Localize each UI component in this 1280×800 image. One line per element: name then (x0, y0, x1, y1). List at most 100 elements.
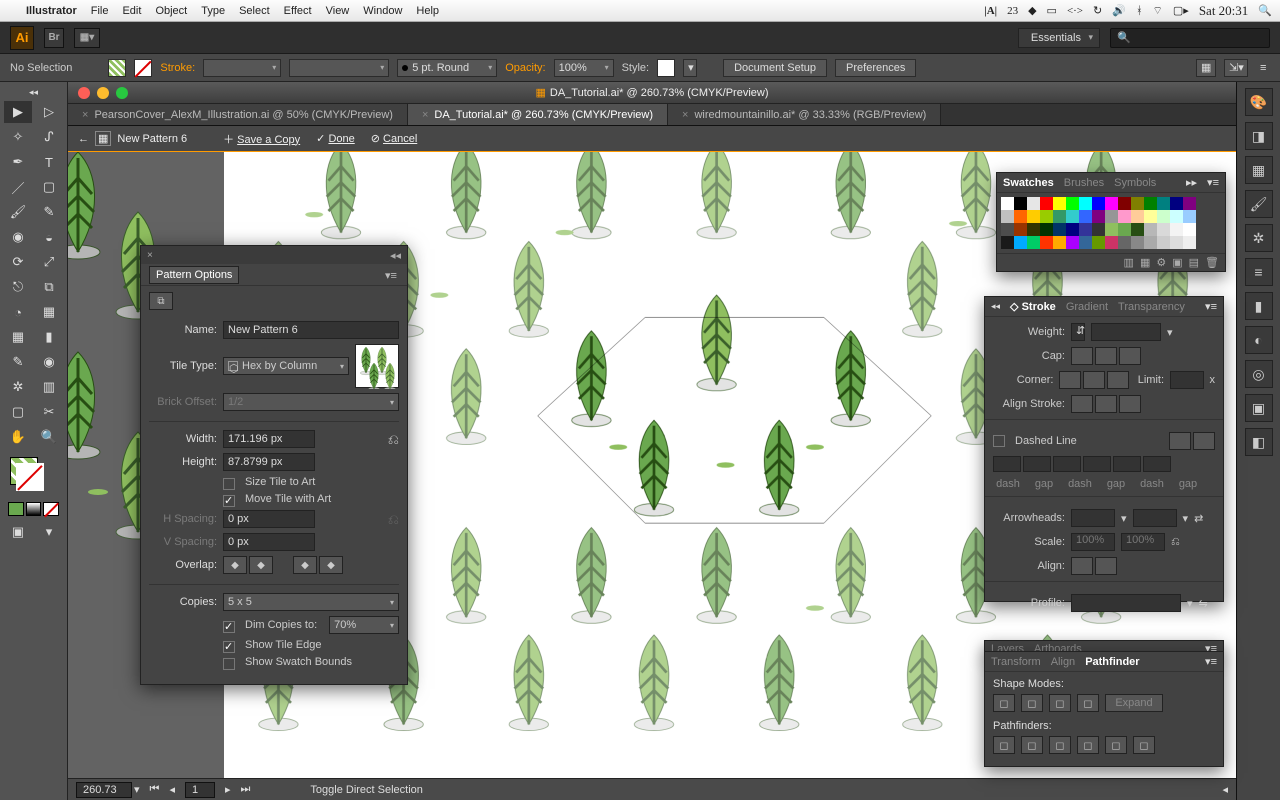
transparency-icon[interactable]: ◐ (1245, 326, 1273, 354)
dash-align-icon[interactable] (1169, 432, 1191, 450)
perspective-tool-icon[interactable]: ▦ (35, 301, 63, 323)
pattern-options-tab[interactable]: Pattern Options (149, 266, 239, 284)
swatch[interactable] (1170, 223, 1183, 236)
brushes-tab[interactable]: Brushes (1064, 177, 1104, 189)
zoom-field[interactable]: 260.73 (76, 782, 132, 798)
arrange-docs-icon[interactable]: ▦▾ (74, 28, 100, 48)
none-chip[interactable] (43, 502, 59, 516)
arrow-scale-end-input[interactable]: 100% (1121, 533, 1165, 551)
swatch[interactable] (1014, 210, 1027, 223)
corner-round-icon[interactable] (1083, 371, 1105, 389)
menu-file[interactable]: File (91, 5, 109, 17)
rotate-tool-icon[interactable]: ⟳ (4, 251, 32, 273)
prev-page-icon[interactable]: ◂ (169, 783, 175, 796)
swatch[interactable] (1027, 197, 1040, 210)
swatch[interactable] (1118, 197, 1131, 210)
swatch[interactable] (1144, 236, 1157, 249)
color-guide-icon[interactable]: ◨ (1245, 122, 1273, 150)
tab-wired[interactable]: ×wiredmountainillo.ai* @ 33.33% (RGB/Pre… (668, 104, 941, 125)
new-swatch-icon[interactable]: ▤ (1189, 256, 1199, 269)
shape-builder-tool-icon[interactable]: ◔ (4, 301, 32, 323)
swatch[interactable] (1131, 197, 1144, 210)
code-icon[interactable]: <·> (1067, 5, 1083, 17)
minimize-icon[interactable] (97, 87, 109, 99)
swatch[interactable] (1079, 223, 1092, 236)
tile-type-dropdown[interactable]: ⬡Hex by Column (223, 357, 349, 375)
bluetooth-icon[interactable]: ᚼ (1136, 5, 1143, 17)
last-page-icon[interactable]: ⏭ (241, 783, 251, 796)
show-swatch-bounds-checkbox[interactable] (223, 658, 235, 670)
panel-menu-icon[interactable]: ▾≡ (1207, 176, 1219, 189)
menu-help[interactable]: Help (416, 5, 439, 17)
expand-button[interactable]: Expand (1105, 694, 1163, 712)
swatch[interactable] (1053, 210, 1066, 223)
stroke-tab[interactable]: ◇ Stroke (1010, 300, 1056, 313)
arrow-start-menu-icon[interactable]: ▾ (1121, 512, 1127, 525)
rectangle-tool-icon[interactable]: ▢ (35, 176, 63, 198)
workspace-dropdown[interactable]: Essentials (1018, 28, 1100, 48)
swatch[interactable] (1131, 236, 1144, 249)
new-group-icon[interactable]: ▣ (1172, 256, 1182, 269)
clock[interactable]: Sat 20:31 (1199, 3, 1248, 19)
overlap-left-icon[interactable]: ◆ (223, 556, 247, 574)
screen-mode-menu-icon[interactable]: ▾ (35, 521, 63, 543)
swatch[interactable] (1014, 223, 1027, 236)
cap-square-icon[interactable] (1119, 347, 1141, 365)
fill-stroke-swatch[interactable] (10, 457, 44, 491)
cancel-link[interactable]: Cancel (383, 133, 417, 145)
brushes-icon[interactable]: 🖌 (1245, 190, 1273, 218)
swatch[interactable] (1157, 223, 1170, 236)
gradient-chip[interactable] (26, 502, 42, 516)
close-tab-icon[interactable]: × (682, 109, 688, 121)
swatch[interactable] (1170, 236, 1183, 249)
screen-mode-icon[interactable]: ▣ (4, 521, 32, 543)
minus-back-icon[interactable]: ◻ (1133, 736, 1155, 754)
swatches-tab[interactable]: Swatches (1003, 177, 1054, 189)
swatch[interactable] (1183, 210, 1196, 223)
swatch[interactable] (1170, 210, 1183, 223)
layers-icon[interactable]: ◧ (1245, 428, 1273, 456)
overlap-bottom-icon[interactable]: ◆ (319, 556, 343, 574)
pathfinder-tab[interactable]: Pathfinder (1085, 656, 1139, 668)
style-swatch[interactable] (657, 59, 675, 77)
gradient-icon[interactable]: ▮ (1245, 292, 1273, 320)
sync-icon[interactable]: ↻ (1093, 4, 1102, 17)
corner-bevel-icon[interactable] (1107, 371, 1129, 389)
swatch[interactable] (1053, 223, 1066, 236)
stroke-profile-dropdown[interactable] (289, 59, 389, 77)
scale-tool-icon[interactable]: ⤢ (35, 251, 63, 273)
close-tab-icon[interactable]: × (422, 109, 428, 121)
swatch[interactable] (1118, 236, 1131, 249)
panel-menu-icon[interactable]: ▾≡ (1205, 655, 1217, 668)
menu-select[interactable]: Select (239, 5, 270, 17)
brush-dropdown[interactable]: 5 pt. Round (397, 59, 497, 77)
crop-icon[interactable]: ◻ (1077, 736, 1099, 754)
swatch[interactable] (1066, 210, 1079, 223)
swatch[interactable] (1144, 223, 1157, 236)
transparency-tab[interactable]: Transparency (1118, 301, 1185, 313)
swatch[interactable] (1144, 197, 1157, 210)
close-icon[interactable] (78, 87, 90, 99)
swatch[interactable] (1092, 236, 1105, 249)
document-setup-button[interactable]: Document Setup (723, 59, 827, 77)
swatch[interactable] (1066, 223, 1079, 236)
blob-brush-tool-icon[interactable]: ◉ (4, 226, 32, 248)
panel-menu-icon[interactable]: ▾≡ (1205, 300, 1217, 313)
menu-type[interactable]: Type (201, 5, 225, 17)
next-page-icon[interactable]: ▸ (225, 783, 231, 796)
swatch[interactable] (1066, 236, 1079, 249)
align-tab[interactable]: Align (1051, 656, 1075, 668)
swatch[interactable] (1092, 210, 1105, 223)
weight-menu-icon[interactable]: ▾ (1167, 326, 1173, 339)
swatch[interactable] (1183, 197, 1196, 210)
zoom-window-icon[interactable] (116, 87, 128, 99)
weight-stepper[interactable]: ⇵ (1071, 323, 1085, 341)
volume-icon[interactable]: 🔊 (1112, 4, 1126, 17)
swatch[interactable] (1105, 236, 1118, 249)
swatch[interactable] (1040, 236, 1053, 249)
gradient-tool-icon[interactable]: ▮ (35, 326, 63, 348)
palette-icon[interactable]: 🎨 (1245, 88, 1273, 116)
swatch[interactable] (1001, 210, 1014, 223)
hand-tool-icon[interactable]: ✋ (4, 426, 32, 448)
panel-menu-icon[interactable]: ▾≡ (385, 269, 399, 281)
